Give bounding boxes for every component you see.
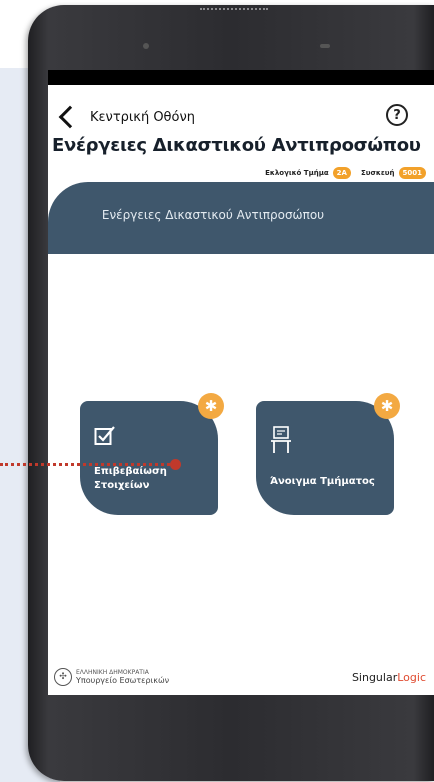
tile-label: Επιβεβαίωση Στοιχείων: [94, 465, 167, 493]
tablet-screen: Κεντρική Οθόνη ? Ενέργειες Δικαστικού Αν…: [48, 70, 434, 695]
ministry-line2: Υπουργείο Εσωτερικών: [76, 676, 170, 685]
tile-label-line2: Στοιχείων: [94, 480, 150, 491]
brand-main: Singular: [351, 671, 398, 684]
back-button[interactable]: Κεντρική Οθόνη: [56, 105, 195, 129]
front-camera: [143, 43, 149, 49]
device-badge: 5001: [398, 167, 426, 179]
banner-text: Ενέργειες Δικαστικού Αντιπροσώπου: [101, 208, 325, 222]
ministry-logo: ✣ ΕΛΛΗΝΙΚΗ ΔΗΜΟΚΡΑΤΙΑ Υπουργείο Εσωτερικ…: [54, 668, 169, 686]
help-icon[interactable]: ?: [386, 104, 408, 126]
tile-open-section[interactable]: ✱ Άνοιγμα Τμήματος: [256, 393, 400, 515]
checkbox-icon: [94, 426, 115, 445]
section-badge: 2A: [332, 167, 351, 179]
section-banner: Ενέργειες Δικαστικού Αντιπροσώπου: [48, 182, 434, 254]
ballot-box-icon: [271, 426, 291, 453]
speaker-grille: [200, 8, 268, 10]
app-view: Κεντρική Οθόνη ? Ενέργειες Δικαστικού Αν…: [48, 85, 434, 695]
tile-label-line1: Επιβεβαίωση: [94, 466, 167, 477]
brand-accent: Logic: [397, 671, 426, 684]
proximity-sensor: [320, 44, 330, 48]
ministry-text: ΕΛΛΗΝΙΚΗ ΔΗΜΟΚΡΑΤΙΑ Υπουργείο Εσωτερικών: [76, 669, 169, 685]
page-title: Ενέργειες Δικαστικού Αντιπροσώπου: [52, 135, 421, 156]
star-icon: ✱: [374, 393, 400, 419]
star-icon: ✱: [198, 393, 224, 419]
emblem-icon: ✣: [54, 668, 72, 686]
device-label: Συσκευή: [360, 169, 395, 177]
tile-confirm-details[interactable]: ✱ Επιβεβαίωση Στοιχείων: [80, 393, 224, 515]
tile-label: Άνοιγμα Τμήματος: [270, 476, 375, 487]
brand-logo: SingularLogic: [352, 671, 426, 684]
section-label: Εκλογικό Τμήμα: [265, 169, 329, 177]
annotation-pointer-line: [0, 463, 170, 466]
chevron-left-icon: [58, 105, 82, 129]
annotation-pointer-dot: [170, 459, 181, 470]
back-label: Κεντρική Οθόνη: [90, 109, 195, 125]
station-info: Εκλογικό Τμήμα 2A Συσκευή 5001: [265, 167, 426, 179]
